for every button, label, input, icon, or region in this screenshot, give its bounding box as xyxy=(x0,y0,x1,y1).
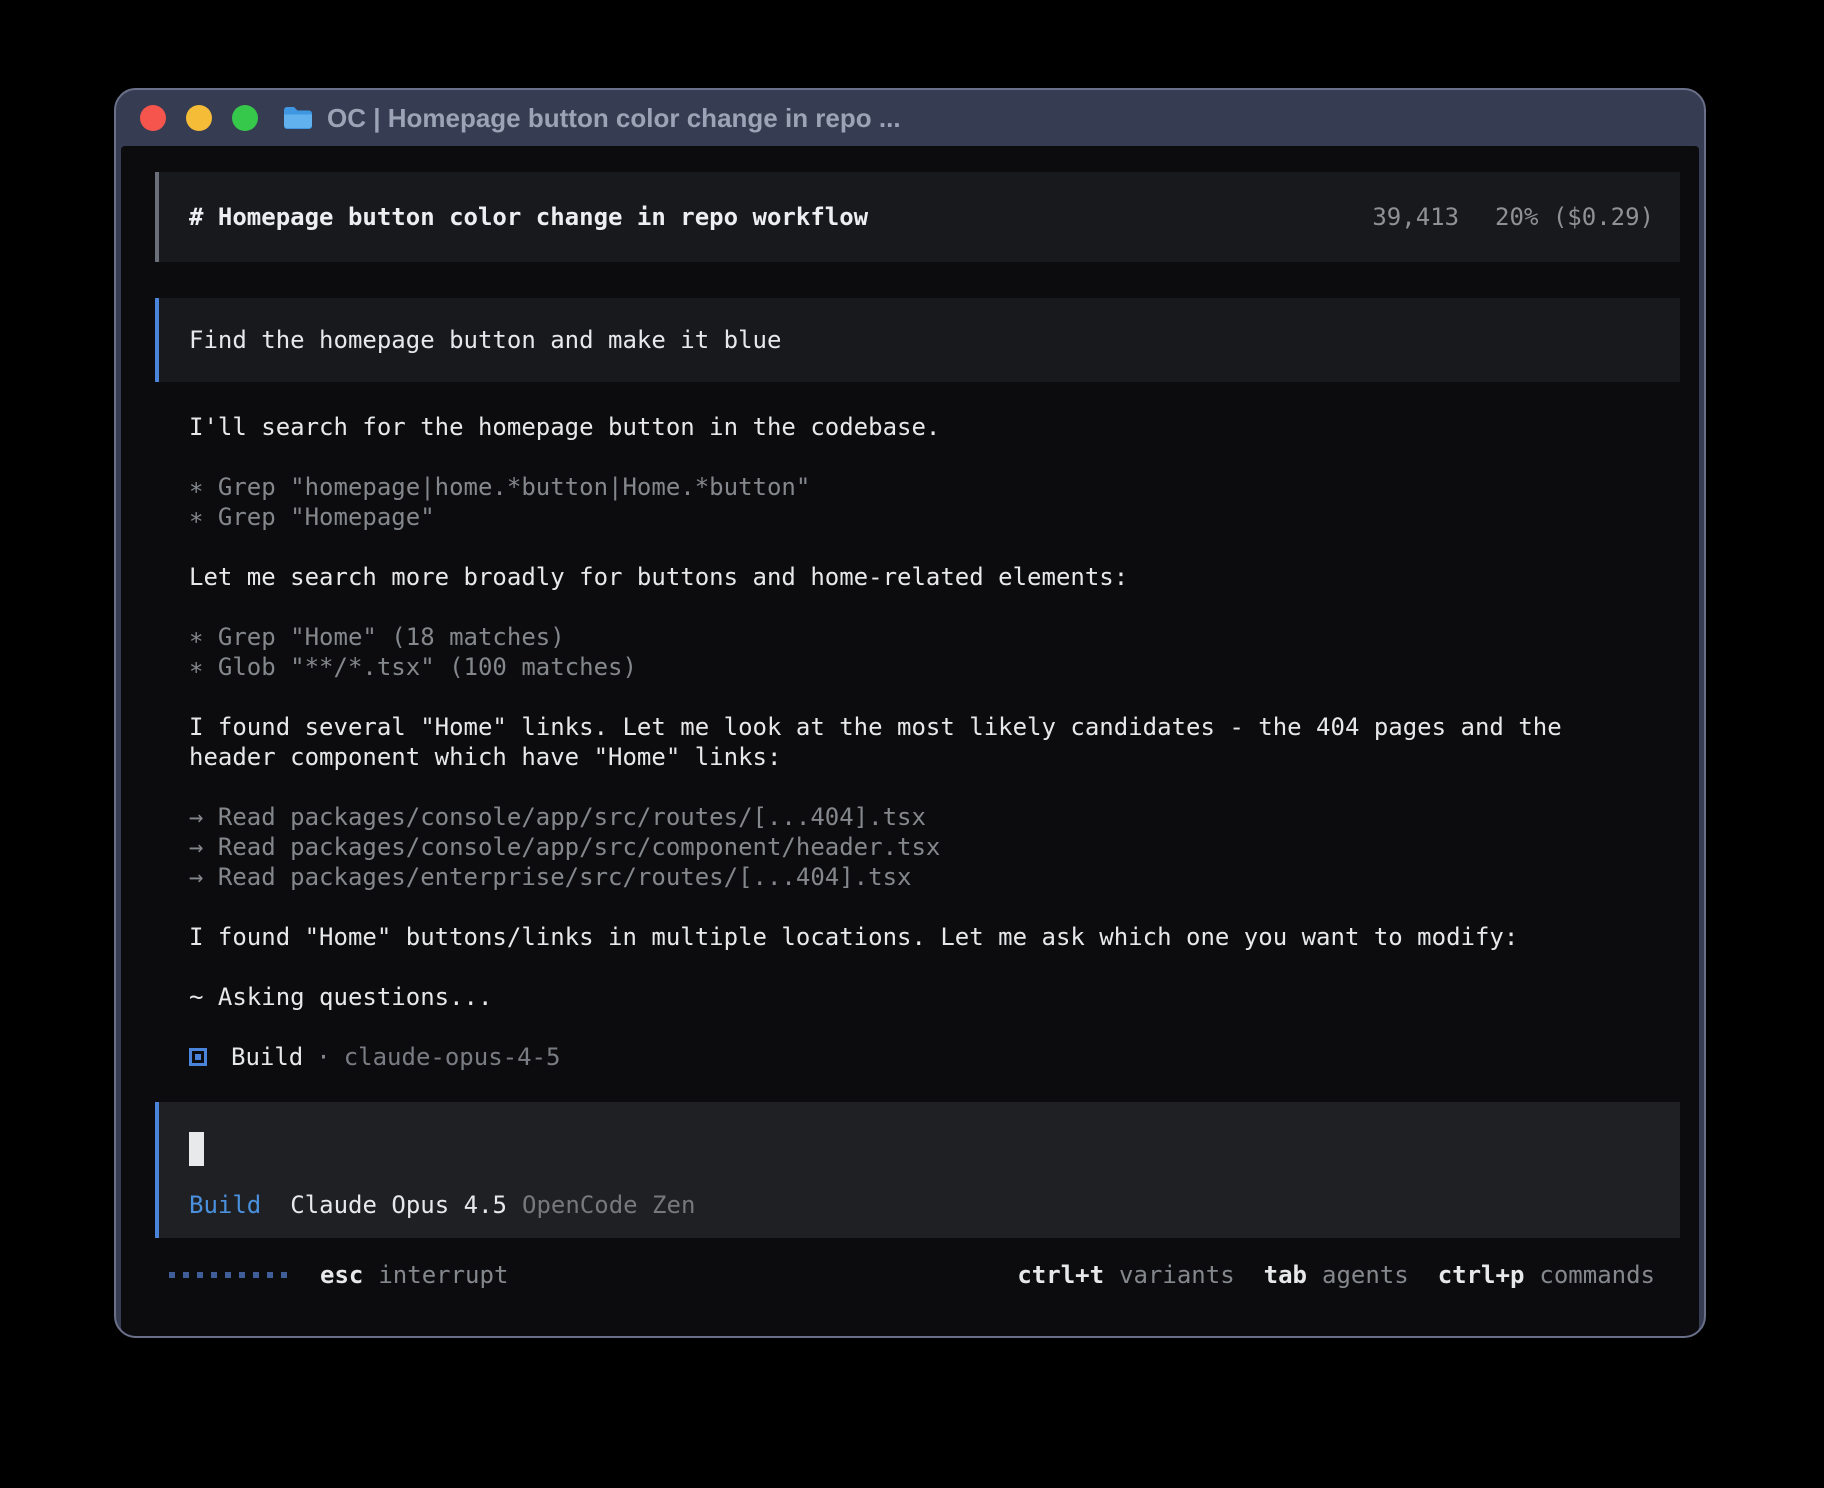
hint-interrupt: esc interrupt xyxy=(320,1260,508,1290)
session-header: # Homepage button color change in repo w… xyxy=(155,172,1680,262)
hint-label: interrupt xyxy=(378,1260,508,1290)
traffic-lights xyxy=(140,105,258,131)
status-line: ~ Asking questions... xyxy=(189,982,1680,1012)
tool-call-line: ∗ Grep "Homepage" xyxy=(189,502,1680,532)
assistant-text-block: I found several "Home" links. Let me loo… xyxy=(189,712,1680,772)
read-file-line: → Read packages/console/app/src/routes/[… xyxy=(189,802,1680,832)
input-agent-label: Build xyxy=(189,1190,261,1220)
window-titlebar[interactable]: OC | Homepage button color change in rep… xyxy=(116,90,1704,146)
input-model-label: Claude Opus 4.5 xyxy=(290,1190,507,1220)
session-title: # Homepage button color change in repo w… xyxy=(189,202,868,232)
tool-call-block: ∗ Grep "Home" (18 matches) ∗ Glob "**/*.… xyxy=(189,622,1680,682)
status-bar-right: ctrl+t variants tab agents ctrl+p comman… xyxy=(1017,1260,1655,1290)
status-bar: esc interrupt ctrl+t variants tab agents… xyxy=(169,1260,1655,1290)
context-cost: 20% ($0.29) xyxy=(1495,202,1654,232)
session-stats: 39,413 20% ($0.29) xyxy=(1372,202,1654,232)
agent-model: claude-opus-4-5 xyxy=(344,1043,561,1071)
tool-call-line: ∗ Grep "homepage|home.*button|Home.*butt… xyxy=(189,472,1680,502)
agent-build-icon xyxy=(189,1048,207,1066)
window-title: OC | Homepage button color change in rep… xyxy=(327,103,901,134)
zoom-button[interactable] xyxy=(232,105,258,131)
agent-separator: · xyxy=(316,1043,330,1071)
read-file-line: → Read packages/console/app/src/componen… xyxy=(189,832,1680,862)
hint-label: commands xyxy=(1539,1260,1655,1290)
hint-key: esc xyxy=(320,1260,363,1290)
terminal-window: OC | Homepage button color change in rep… xyxy=(114,88,1706,1338)
tool-call-line: ∗ Grep "Home" (18 matches) xyxy=(189,622,1680,652)
hint-key: tab xyxy=(1264,1260,1307,1290)
hint-label: agents xyxy=(1322,1260,1409,1290)
hint-label: variants xyxy=(1119,1260,1235,1290)
terminal-content: # Homepage button color change in repo w… xyxy=(121,146,1699,1336)
hint-agents: tab agents xyxy=(1264,1260,1409,1290)
prompt-input[interactable]: Build Claude Opus 4.5 OpenCode Zen xyxy=(155,1102,1680,1238)
status-block: ~ Asking questions... xyxy=(189,982,1680,1012)
hint-variants: ctrl+t variants xyxy=(1017,1260,1234,1290)
text-cursor xyxy=(189,1132,204,1166)
user-message: Find the homepage button and make it blu… xyxy=(155,298,1680,382)
input-provider-label: OpenCode Zen xyxy=(522,1190,695,1220)
input-meta: Build Claude Opus 4.5 OpenCode Zen xyxy=(189,1190,1650,1220)
close-button[interactable] xyxy=(140,105,166,131)
tool-call-block: → Read packages/console/app/src/routes/[… xyxy=(189,802,1680,892)
agent-name: Build xyxy=(231,1043,303,1071)
folder-icon xyxy=(282,105,314,131)
assistant-line: I'll search for the homepage button in t… xyxy=(189,412,1680,442)
hint-key: ctrl+p xyxy=(1438,1260,1525,1290)
assistant-text-block: I found "Home" buttons/links in multiple… xyxy=(189,922,1680,952)
tool-call-block: ∗ Grep "homepage|home.*button|Home.*butt… xyxy=(189,472,1680,532)
hint-key: ctrl+t xyxy=(1017,1260,1104,1290)
assistant-text-block: I'll search for the homepage button in t… xyxy=(189,412,1680,442)
assistant-line: I found "Home" buttons/links in multiple… xyxy=(189,922,1680,952)
assistant-line: I found several "Home" links. Let me loo… xyxy=(189,712,1680,742)
spinner-dots-icon xyxy=(169,1272,287,1278)
assistant-text-block: Let me search more broadly for buttons a… xyxy=(189,562,1680,592)
tool-call-line: ∗ Glob "**/*.tsx" (100 matches) xyxy=(189,652,1680,682)
minimize-button[interactable] xyxy=(186,105,212,131)
read-file-line: → Read packages/enterprise/src/routes/[.… xyxy=(189,862,1680,892)
agent-row: Build · claude-opus-4-5 xyxy=(189,1042,1680,1072)
assistant-line: Let me search more broadly for buttons a… xyxy=(189,562,1680,592)
token-count: 39,413 xyxy=(1372,202,1459,232)
hint-commands: ctrl+p commands xyxy=(1438,1260,1655,1290)
user-message-text: Find the homepage button and make it blu… xyxy=(189,325,1654,355)
assistant-line: header component which have "Home" links… xyxy=(189,742,1680,772)
